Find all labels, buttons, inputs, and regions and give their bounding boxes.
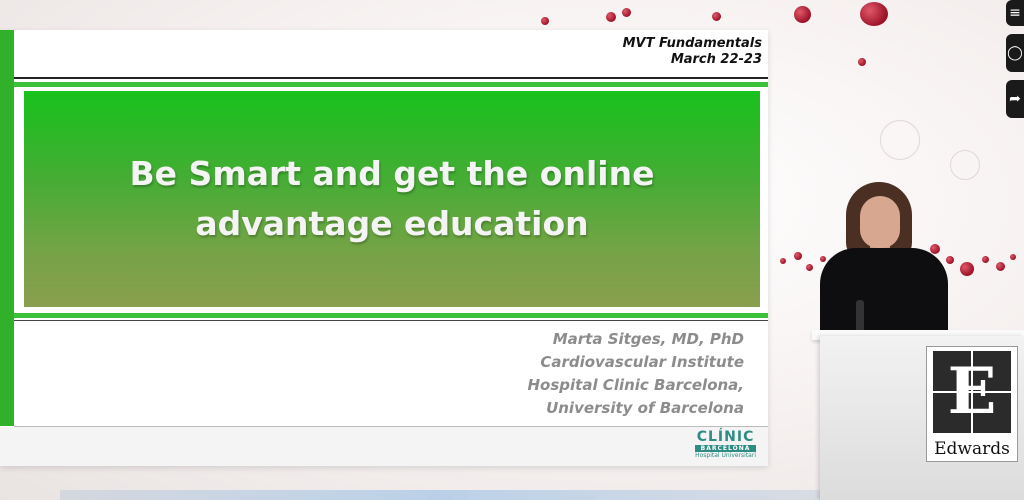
red-droplet: [606, 12, 616, 22]
banner-top-rule: [14, 82, 768, 87]
event-name: MVT Fundamentals: [622, 36, 762, 51]
side-control-share[interactable]: ➦: [1006, 80, 1024, 118]
presenter-face: [860, 196, 900, 248]
red-droplet: [1010, 254, 1016, 260]
presentation-slide: MVT Fundamentals March 22-23 Be Smart an…: [0, 30, 768, 466]
presenter: [812, 182, 952, 348]
author-affiliation-2: Hospital Clinic Barcelona,: [527, 376, 744, 394]
author-name: Marta Sitges, MD, PhD: [552, 330, 744, 348]
slide-footer: [0, 427, 768, 466]
red-droplet: [858, 58, 866, 66]
title-banner: Be Smart and get the online advantage ed…: [24, 91, 760, 307]
author-block: Marta Sitges, MD, PhD Cardiovascular Ins…: [527, 328, 744, 420]
header-divider: [14, 77, 768, 79]
clinic-logo-subtitle: Hospital Universitari: [695, 452, 756, 459]
banner-bottom-divider: [14, 320, 768, 321]
slide-accent-bar: [0, 30, 14, 426]
red-droplet: [982, 256, 989, 263]
bubble-ring: [950, 150, 980, 180]
red-droplet: [996, 262, 1005, 271]
side-control-menu[interactable]: ≡: [1006, 0, 1024, 26]
clinic-logo-name: CLÍNIC: [696, 429, 755, 445]
event-date: March 22-23: [670, 52, 762, 67]
circle-icon: ◯: [1007, 45, 1023, 61]
red-droplet: [622, 8, 631, 17]
slide-title: Be Smart and get the online advantage ed…: [129, 154, 655, 243]
red-droplet: [860, 2, 888, 26]
share-icon: ➦: [1009, 91, 1021, 107]
banner-bottom-rule: [14, 313, 768, 318]
red-droplet: [794, 252, 802, 260]
menu-icon: ≡: [1009, 5, 1021, 21]
red-droplet: [960, 262, 974, 276]
edwards-logo-letter: E: [947, 354, 997, 429]
edwards-logo: E Edwards: [926, 346, 1018, 462]
clinic-logo: CLÍNIC BARCELONA Hospital Universitari: [695, 430, 756, 460]
red-droplet: [780, 258, 786, 264]
red-droplet: [712, 12, 721, 21]
red-droplet: [541, 17, 549, 25]
clinic-logo-city: BARCELONA: [695, 445, 756, 452]
edwards-logo-mark: E: [933, 351, 1011, 433]
red-droplet: [794, 6, 811, 23]
side-control-circle[interactable]: ◯: [1006, 34, 1024, 72]
bubble-ring: [880, 120, 920, 160]
author-affiliation-3: University of Barcelona: [546, 399, 744, 417]
author-affiliation-1: Cardiovascular Institute: [540, 353, 744, 371]
edwards-logo-name: Edwards: [934, 439, 1010, 459]
slide-header: MVT Fundamentals March 22-23: [623, 36, 762, 68]
stage-floor-light: [60, 490, 820, 500]
